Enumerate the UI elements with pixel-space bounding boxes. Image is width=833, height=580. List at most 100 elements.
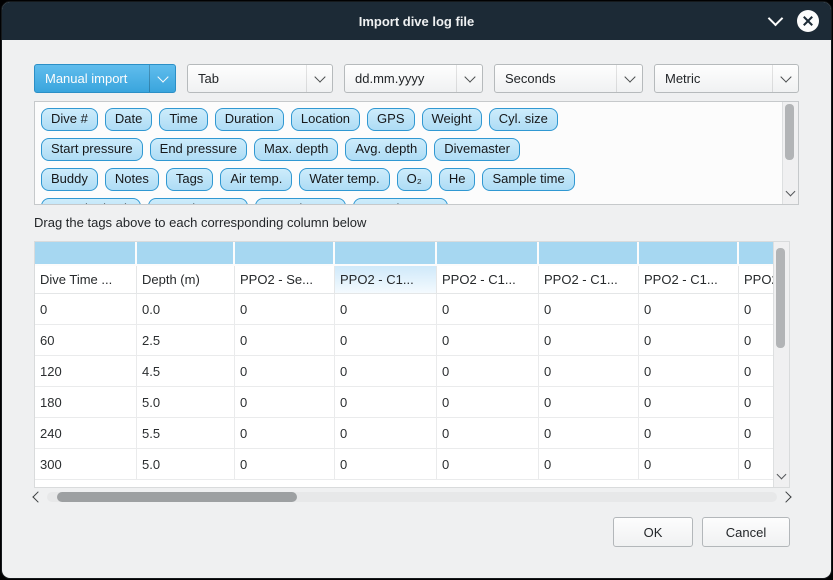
column-header-ppo2-c1[interactable]: PPO2 - C1...	[335, 266, 437, 294]
column-header-dive-time[interactable]: Dive Time ...	[35, 266, 137, 294]
column-header-ppo2-c1[interactable]: PPO2 - C1...	[639, 266, 739, 294]
tag-gps[interactable]: GPS	[367, 108, 414, 131]
table-cell: 0	[639, 449, 739, 480]
tag-avg-depth[interactable]: Avg. depth	[345, 138, 427, 161]
hscroll-track[interactable]	[47, 492, 777, 502]
column-drop-target[interactable]	[335, 242, 437, 266]
tag-cyl-size[interactable]: Cyl. size	[489, 108, 558, 131]
column-drop-target[interactable]	[539, 242, 639, 266]
column-drop-target[interactable]	[639, 242, 739, 266]
chevron-down-icon	[456, 65, 482, 92]
table-cell: 0	[739, 387, 777, 418]
table-cell: 0	[235, 294, 335, 325]
tag-sample-temp[interactable]: Sample temp.	[148, 198, 248, 205]
tag-buddy[interactable]: Buddy	[41, 168, 98, 191]
preview-table: Dive Time ...Depth (m)PPO2 - Se...PPO2 -…	[35, 242, 777, 480]
column-drop-target[interactable]	[35, 242, 137, 266]
tag-air-temp[interactable]: Air temp.	[220, 168, 292, 191]
table-cell: 5.5	[137, 418, 235, 449]
table-cell: 0	[235, 449, 335, 480]
hscroll-thumb[interactable]	[57, 492, 297, 502]
titlebar[interactable]: Import dive log file	[2, 2, 831, 40]
tag-row: Dive # Date Time Duration Location GPS Weight C…	[41, 108, 774, 131]
column-header-ppo2-c1[interactable]: PPO2 - C1...	[539, 266, 639, 294]
table-cell: 0	[235, 418, 335, 449]
dialog-content: Manual importTabdd.mm.yyyySecondsMetric …	[2, 40, 831, 547]
date-format-dropdown[interactable]: dd.mm.yyyy	[344, 64, 483, 93]
tag-divemaster[interactable]: Divemaster	[434, 138, 520, 161]
table-hscrollbar[interactable]	[34, 490, 790, 504]
table-cell: 0	[739, 449, 777, 480]
column-drop-target[interactable]	[235, 242, 335, 266]
table-cell: 0	[35, 294, 137, 325]
dropdown-value: Metric	[655, 71, 772, 86]
tag-panel: Dive # Date Time Duration Location GPS Weight C…	[34, 101, 799, 205]
scroll-left-icon[interactable]	[34, 493, 42, 501]
table-cell: 0	[539, 356, 639, 387]
table-vscrollbar[interactable]	[773, 242, 789, 487]
tag-notes[interactable]: Notes	[105, 168, 159, 191]
tag-water-temp[interactable]: Water temp.	[299, 168, 389, 191]
table-cell: 0	[437, 294, 539, 325]
table-cell: 0	[639, 325, 739, 356]
tag-row: Buddy Notes Tags Air temp. Water temp. O₂ He Sa…	[41, 168, 774, 191]
tag-tags[interactable]: Tags	[166, 168, 213, 191]
import-mode-dropdown[interactable]: Manual import	[34, 64, 176, 93]
column-header-ppo2[interactable]: PPO2	[739, 266, 777, 294]
tag-end-pressure[interactable]: End pressure	[150, 138, 247, 161]
duration-format-dropdown[interactable]: Seconds	[494, 64, 643, 93]
column-drop-target[interactable]	[137, 242, 235, 266]
tag-date[interactable]: Date	[105, 108, 152, 131]
column-header-ppo2-se[interactable]: PPO2 - Se...	[235, 266, 335, 294]
tag-o[interactable]: O₂	[397, 168, 432, 191]
table-cell: 0	[437, 387, 539, 418]
table-row: 00.0000000	[35, 294, 777, 325]
column-header-depth-m[interactable]: Depth (m)	[137, 266, 235, 294]
tag-sample-po[interactable]: Sample pO₂	[255, 198, 345, 205]
table-cell: 0	[335, 325, 437, 356]
ok-button[interactable]: OK	[613, 517, 693, 547]
tag-duration[interactable]: Duration	[215, 108, 284, 131]
tag-row: Start pressure End pressure Max. depth Avg.…	[41, 138, 774, 161]
chevron-down-icon	[149, 65, 175, 92]
tag-sample-depth[interactable]: Sample depth	[41, 198, 141, 205]
column-drop-target[interactable]	[739, 242, 777, 266]
titlebar-chevron-down-icon[interactable]	[770, 11, 781, 29]
table-row: 3005.0000000	[35, 449, 777, 480]
table-cell: 0	[335, 356, 437, 387]
tag-panel-scrollbar[interactable]	[782, 102, 798, 204]
tag-sample-time[interactable]: Sample time	[482, 168, 574, 191]
table-cell: 4.5	[137, 356, 235, 387]
tag-scrollbar-thumb[interactable]	[785, 104, 794, 160]
tag-dive[interactable]: Dive #	[41, 108, 98, 131]
table-row: 2405.5000000	[35, 418, 777, 449]
cancel-button[interactable]: Cancel	[702, 517, 790, 547]
table-cell: 0	[539, 449, 639, 480]
table-cell: 0	[739, 294, 777, 325]
column-drop-target[interactable]	[437, 242, 539, 266]
tag-start-pressure[interactable]: Start pressure	[41, 138, 143, 161]
tag-sample-cns[interactable]: Sample CNS	[353, 198, 448, 205]
table-scrollbar-thumb[interactable]	[776, 248, 785, 348]
table-row: 1805.0000000	[35, 387, 777, 418]
column-header-ppo2-c1[interactable]: PPO2 - C1...	[437, 266, 539, 294]
dropdown-value: Seconds	[495, 71, 616, 86]
tag-max-depth[interactable]: Max. depth	[254, 138, 338, 161]
dialog-buttons: OK Cancel	[34, 517, 790, 547]
import-options-row: Manual import Tab dd.mm.yyyy Seconds Metric	[34, 64, 799, 93]
close-button[interactable]	[797, 10, 819, 32]
tag-location[interactable]: Location	[291, 108, 360, 131]
scroll-down-icon[interactable]	[783, 182, 798, 200]
table-cell: 0	[539, 387, 639, 418]
separator-dropdown[interactable]: Tab	[187, 64, 333, 93]
table-cell: 0	[639, 294, 739, 325]
scroll-down-icon[interactable]	[774, 465, 789, 483]
titlebar-icons	[770, 2, 819, 40]
tag-row: Sample depth Sample temp. Sample pO₂ Sample…	[41, 198, 774, 205]
tag-he[interactable]: He	[439, 168, 476, 191]
window-title: Import dive log file	[2, 14, 831, 29]
scroll-right-icon[interactable]	[782, 493, 790, 501]
tag-time[interactable]: Time	[159, 108, 207, 131]
units-dropdown[interactable]: Metric	[654, 64, 799, 93]
tag-weight[interactable]: Weight	[422, 108, 482, 131]
